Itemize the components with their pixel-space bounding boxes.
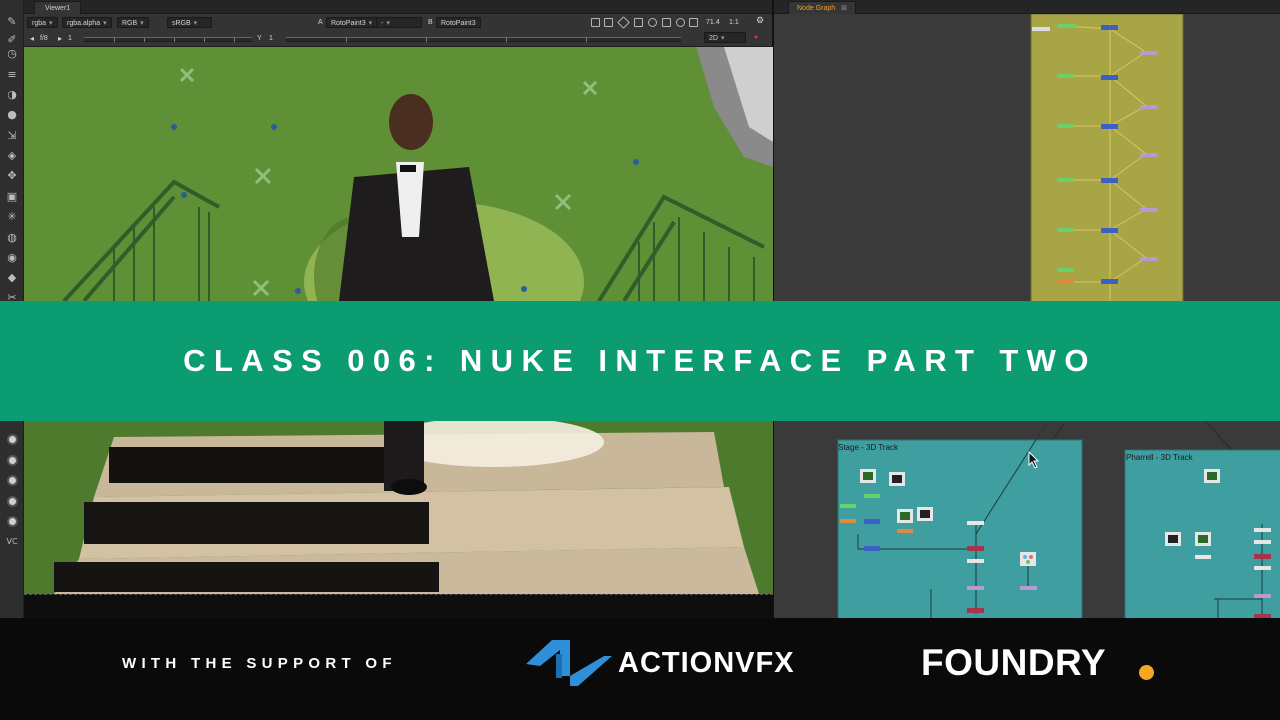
transform-icon[interactable]: ✥ xyxy=(5,168,19,182)
overlay-icon[interactable] xyxy=(676,18,685,27)
mask-icon[interactable] xyxy=(634,18,643,27)
wipe-mode-dropdown[interactable]: - ▾ xyxy=(376,17,422,28)
gamma-label: Y xyxy=(257,35,262,42)
lock-icon[interactable] xyxy=(689,18,698,27)
viewer-timeline-area[interactable] xyxy=(24,594,773,618)
channel-icon[interactable]: ≡ xyxy=(5,67,19,81)
gain-slider[interactable] xyxy=(84,37,252,42)
gamma-slider[interactable] xyxy=(286,37,681,42)
roi-icon[interactable] xyxy=(591,18,600,27)
particles-icon[interactable]: ✳ xyxy=(5,209,19,223)
tab-viewer1[interactable]: Viewer1 xyxy=(34,1,82,14)
vc-icon[interactable]: VC xyxy=(5,534,19,548)
clock-icon[interactable]: ◷ xyxy=(5,46,19,60)
mouse-cursor-icon xyxy=(1028,451,1040,469)
stage-backdrop-label: Stage - 3D Track xyxy=(838,443,899,452)
input-b-letter: B xyxy=(428,19,433,26)
deep-icon[interactable]: ◍ xyxy=(5,230,19,244)
viewer-tab-bar: Viewer1 xyxy=(24,0,772,14)
title-banner: CLASS 006: NUKE INTERFACE PART TWO xyxy=(0,301,1280,421)
input-b-dropdown[interactable]: RotoPaint3 xyxy=(436,17,481,28)
actionvfx-wordmark: ACTIONVFX xyxy=(618,647,795,679)
actionvfx-logo-icon xyxy=(526,640,612,686)
proxy-readout[interactable]: 1:1 xyxy=(729,17,739,28)
alpha-channel-dropdown[interactable]: rgba.alpha ▾ xyxy=(62,17,112,28)
gamma-value[interactable]: 1 xyxy=(269,33,273,44)
color-mode-dropdown[interactable]: RGB ▾ xyxy=(117,17,149,28)
tab-node-graph[interactable]: Node Graph ⊠ xyxy=(788,1,857,14)
views-icon[interactable]: ◉ xyxy=(5,250,19,264)
filter-icon[interactable]: ● xyxy=(5,107,19,121)
support-text: WITH THE SUPPORT OF xyxy=(122,655,397,672)
fstop-readout[interactable]: f/8 xyxy=(40,33,48,44)
paint-icon[interactable]: ✐ xyxy=(5,32,19,46)
gizmo-icon[interactable] xyxy=(5,514,19,528)
backdrop-yellow xyxy=(1030,14,1184,305)
3d-icon[interactable]: ▣ xyxy=(5,189,19,203)
lut-dropdown[interactable]: sRGB ▾ xyxy=(167,17,212,28)
keyer-icon[interactable]: ⇲ xyxy=(5,128,19,142)
gizmo-icon[interactable] xyxy=(5,453,19,467)
view-mode-dropdown[interactable]: 2D ▾ xyxy=(704,32,746,43)
node-graph-tab-bar: Node Graph ⊠ xyxy=(774,0,1280,14)
gizmo-icon[interactable] xyxy=(5,473,19,487)
channels-dropdown[interactable]: rgba ▾ xyxy=(27,17,58,28)
color-icon[interactable]: ◑ xyxy=(5,87,19,101)
merge-icon[interactable]: ◈ xyxy=(5,148,19,162)
foundry-dot-icon xyxy=(1139,665,1154,680)
foundry-wordmark: FOUNDRY xyxy=(921,642,1107,683)
brush-icon[interactable]: ✎ xyxy=(5,14,19,28)
gizmo-icon[interactable] xyxy=(5,494,19,508)
zoom-readout[interactable]: 71.4 xyxy=(706,17,720,28)
pause-icon[interactable] xyxy=(662,18,671,27)
viewer-settings-icon[interactable]: ⚙ xyxy=(756,15,764,26)
class-title: CLASS 006: NUKE INTERFACE PART TWO xyxy=(183,343,1097,378)
other-icon[interactable] xyxy=(5,432,19,446)
backdrop-stage xyxy=(837,439,1083,618)
viewer-toolbar: rgba ▾ rgba.alpha ▾ RGB ▾ sRGB ▾ A RotoPaint… xyxy=(24,14,772,47)
pharrell-backdrop-label: Pharrell - 3D Track xyxy=(1126,453,1193,462)
input-a-dropdown[interactable]: RotoPaint3 ▾ xyxy=(326,17,378,28)
fstop-right-arrow-icon[interactable]: ▸ xyxy=(58,33,62,44)
record-icon[interactable]: ● xyxy=(754,32,758,43)
fstop-left-arrow-icon[interactable]: ◂ xyxy=(30,33,34,44)
downrez-icon[interactable] xyxy=(617,16,630,29)
input-a-letter: A xyxy=(318,19,323,26)
gain-value[interactable]: 1 xyxy=(68,33,72,44)
metadata-icon[interactable]: ◆ xyxy=(5,270,19,284)
refresh-icon[interactable] xyxy=(648,18,657,27)
proxy-icon[interactable] xyxy=(604,18,613,27)
